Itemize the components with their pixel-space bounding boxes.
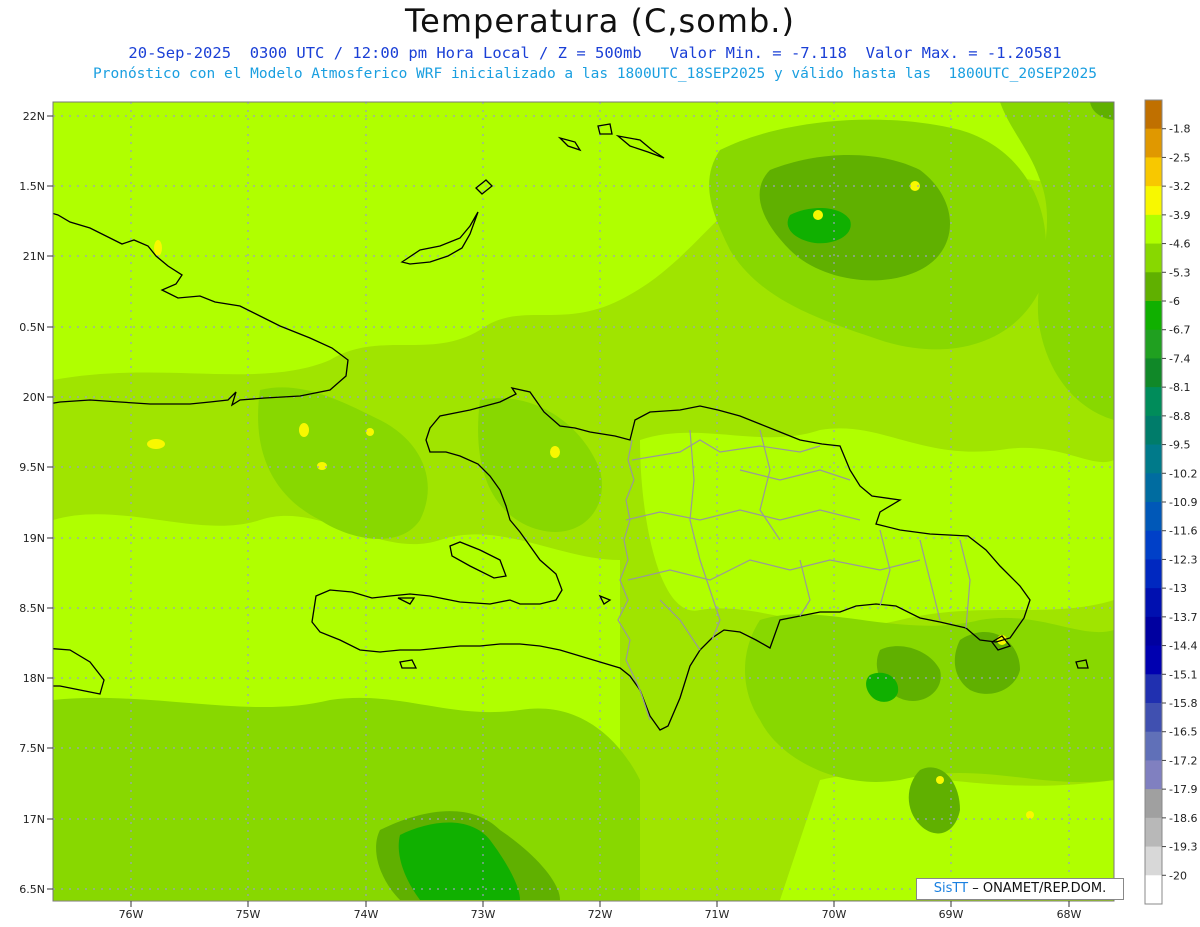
lon-label: 72W: [588, 908, 613, 921]
colorbar-label: -9.5: [1169, 439, 1190, 452]
lon-label: 73W: [471, 908, 496, 921]
colorbar-swatch: [1145, 846, 1162, 876]
lon-label: 69W: [939, 908, 964, 921]
colorbar-swatch: [1145, 214, 1162, 244]
colorbar-swatch: [1145, 387, 1162, 417]
longitude-labels: 76W 75W 74W 73W 72W 71W 70W 69W 68W: [119, 901, 1082, 921]
colorbar-swatch: [1145, 703, 1162, 733]
colorbar-swatch: [1145, 243, 1162, 273]
colorbar-swatch: [1145, 329, 1162, 359]
colorbar-label: -13.7: [1169, 611, 1197, 624]
colorbar-label: -3.2: [1169, 180, 1190, 193]
colorbar-swatch: [1145, 674, 1162, 704]
colorbar-label: -6: [1169, 295, 1180, 308]
colorbar-swatch: [1145, 100, 1162, 130]
colorbar-swatch: [1145, 731, 1162, 761]
lon-label: 74W: [354, 908, 379, 921]
colorbar: -1.8 -2.5 -3.2 -3.9 -4.6 -5.3 -6 -6.7 -7.4 -8.1 -8…: [1144, 99, 1197, 905]
colorbar-swatch: [1145, 817, 1162, 847]
lat-label: 21N: [23, 250, 45, 263]
colorbar-swatch: [1145, 473, 1162, 503]
colorbar-swatch: [1145, 157, 1162, 187]
colorbar-label: -4.6: [1169, 238, 1190, 251]
colorbar-label: -6.7: [1169, 324, 1190, 337]
lat-label: 6.5N: [19, 883, 45, 896]
colorbar-swatch: [1145, 875, 1162, 905]
colorbar-label: -12.3: [1169, 553, 1197, 566]
colorbar-label: -10.2: [1169, 467, 1197, 480]
lat-label: 7.5N: [19, 742, 45, 755]
colorbar-label: -10.9: [1169, 496, 1197, 509]
credit-text: – ONAMET/REP.DOM.: [972, 881, 1107, 896]
colorbar-swatch: [1145, 444, 1162, 474]
field-light-region: [640, 428, 1114, 626]
colorbar-swatch: [1145, 760, 1162, 790]
colorbar-label: -3.9: [1169, 209, 1190, 222]
colorbar-label: -17.9: [1169, 783, 1197, 796]
field-mid-region: [745, 614, 1114, 783]
colorbar-swatch: [1145, 559, 1162, 589]
colorbar-label: -8.1: [1169, 381, 1190, 394]
lat-label: 1.5N: [19, 180, 45, 193]
field-mid-region: [53, 697, 640, 900]
colorbar-label: -13: [1169, 582, 1187, 595]
lat-label: 22N: [23, 110, 45, 123]
lat-label: 18N: [23, 672, 45, 685]
colorbar-label: -5.3: [1169, 266, 1190, 279]
colorbar-label: -20: [1169, 869, 1187, 882]
lon-label: 68W: [1057, 908, 1082, 921]
colorbar-swatch: [1145, 186, 1162, 216]
colorbar-label: -7.4: [1169, 352, 1190, 365]
lat-label: 17N: [23, 813, 45, 826]
colorbar-label: -17.2: [1169, 754, 1197, 767]
lat-label: 8.5N: [19, 602, 45, 615]
colorbar-label: -19.3: [1169, 841, 1197, 854]
lon-label: 71W: [705, 908, 730, 921]
lon-label: 76W: [119, 908, 144, 921]
colorbar-label: -14.4: [1169, 640, 1197, 653]
colorbar-label: -1.8: [1169, 123, 1190, 136]
temperature-field: [53, 102, 1114, 901]
credit-box: SisTT – ONAMET/REP.DOM.: [916, 878, 1124, 900]
colorbar-swatch: [1145, 530, 1162, 560]
colorbar-swatch: [1145, 415, 1162, 445]
colorbar-swatch: [1145, 645, 1162, 675]
colorbar-swatch: [1145, 616, 1162, 646]
colorbar-swatch: [1145, 128, 1162, 158]
colorbar-swatch: [1145, 789, 1162, 819]
lat-label: 20N: [23, 391, 45, 404]
map-figure: 22N 1.5N 21N 0.5N 20N 9.5N 19N 8.5N 18N 7.5N 17N 6.…: [19, 99, 1197, 921]
colorbar-swatch: [1145, 502, 1162, 532]
lon-label: 75W: [236, 908, 261, 921]
colorbar-label: -15.8: [1169, 697, 1197, 710]
lat-label: 0.5N: [19, 321, 45, 334]
lon-label: 70W: [822, 908, 847, 921]
colorbar-swatch: [1145, 272, 1162, 302]
colorbar-swatch: [1145, 301, 1162, 331]
colorbar-label: -18.6: [1169, 812, 1197, 825]
colorbar-swatch: [1145, 588, 1162, 618]
colorbar-label: -11.6: [1169, 525, 1197, 538]
colorbar-label: -16.5: [1169, 726, 1197, 739]
lat-label: 19N: [23, 532, 45, 545]
colorbar-label: -2.5: [1169, 151, 1190, 164]
colorbar-label: -8.8: [1169, 410, 1190, 423]
sistt-logo: SisTT: [933, 881, 969, 896]
lat-label: 9.5N: [19, 461, 45, 474]
colorbar-label: -15.1: [1169, 668, 1197, 681]
colorbar-swatch: [1145, 358, 1162, 388]
latitude-labels: 22N 1.5N 21N 0.5N 20N 9.5N 19N 8.5N 18N 7.5N 17N 6.…: [19, 110, 53, 896]
